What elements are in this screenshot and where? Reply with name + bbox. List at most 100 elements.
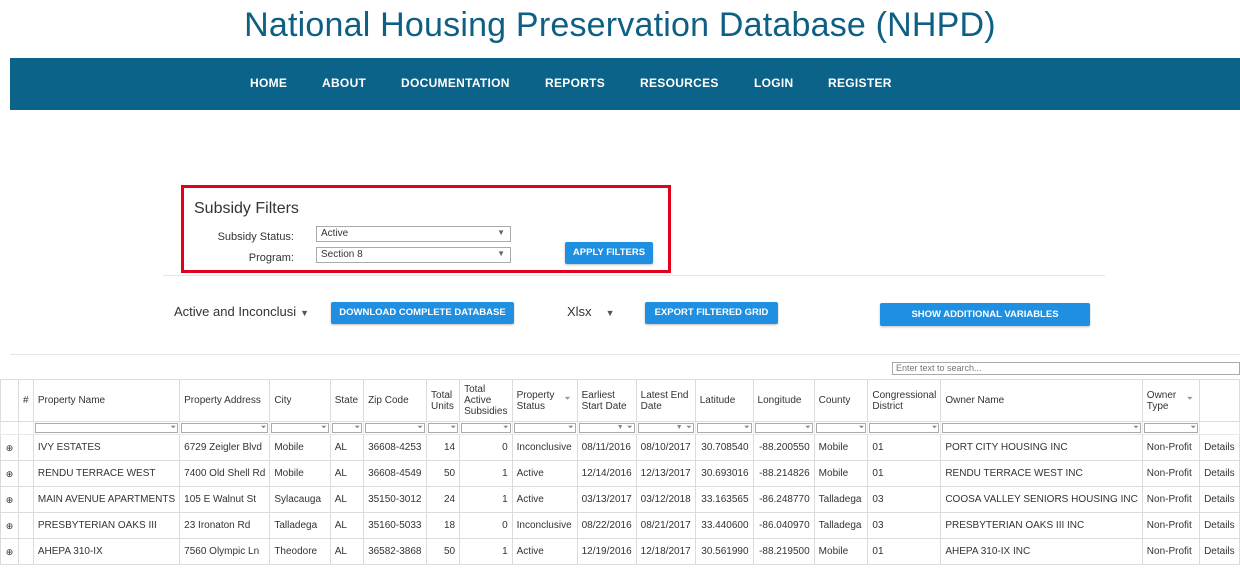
filter-icon[interactable]: ⏷ xyxy=(805,423,811,433)
nav-home[interactable]: HOME xyxy=(250,76,287,90)
cell-start: 12/19/2016 xyxy=(576,538,637,565)
column-filter-input[interactable]: ⏷ xyxy=(513,423,576,433)
filter-cell: ⏷ xyxy=(363,421,428,435)
table-row[interactable]: ⊕ AHEPA 310-IX 7560 Olympic Ln Theodore AL 36… xyxy=(0,538,1240,565)
filter-icon[interactable]: ⏷ xyxy=(417,423,423,433)
expand-row-icon[interactable]: ⊕ xyxy=(0,486,19,513)
filter-cell: ⏷ xyxy=(694,421,754,435)
column-header[interactable]: Longitude xyxy=(752,379,815,422)
expand-row-icon[interactable]: ⊕ xyxy=(0,460,19,487)
details-link[interactable]: Details xyxy=(1199,486,1240,513)
filter-icon[interactable]: ⏷ xyxy=(1187,393,1193,404)
nav-login[interactable]: LOGIN xyxy=(754,76,794,90)
subsidy-status-select[interactable]: Active ▼ xyxy=(316,226,511,242)
nav-reports[interactable]: REPORTS xyxy=(545,76,605,90)
column-header[interactable]: Owner Name xyxy=(940,379,1143,422)
filter-icon[interactable]: ⏷ xyxy=(568,423,574,433)
nav-register[interactable]: REGISTER xyxy=(828,76,892,90)
cell-lat: 30.693016 xyxy=(694,460,754,487)
filter-icon[interactable]: ⏷ xyxy=(450,423,456,433)
expand-row-icon[interactable]: ⊕ xyxy=(0,434,19,461)
details-link[interactable]: Details xyxy=(1199,512,1240,539)
program-select[interactable]: Section 8 ▼ xyxy=(316,247,511,263)
filter-icon[interactable]: ⏷ xyxy=(261,423,267,433)
column-filter-input[interactable]: ⏷ xyxy=(365,423,426,433)
column-filter-input[interactable]: ⏷ xyxy=(331,423,363,433)
table-row[interactable]: ⊕ MAIN AVENUE APARTMENTS 105 E Walnut St Sy… xyxy=(0,486,1240,513)
column-header[interactable]: Zip Code xyxy=(363,379,428,422)
column-header[interactable]: Property Address xyxy=(179,379,271,422)
filter-icon[interactable]: ⏷ xyxy=(564,393,570,404)
table-row[interactable]: ⊕ IVY ESTATES 6729 Zeigler Blvd Mobile AL 366… xyxy=(0,434,1240,461)
column-filter-input[interactable]: ⏷ xyxy=(942,423,1141,433)
filter-icon[interactable]: ⏷ xyxy=(171,423,177,433)
filter-icon[interactable]: ⏷ xyxy=(744,423,750,433)
column-header xyxy=(1199,379,1240,422)
cell-city: Talladega xyxy=(269,512,331,539)
filter-cell: ⏷ xyxy=(1141,421,1201,435)
apply-filters-button[interactable]: APPLY FILTERS xyxy=(565,242,653,264)
column-filter-input[interactable]: ⏷ xyxy=(34,423,179,433)
show-additional-variables-button[interactable]: SHOW ADDITIONAL VARIABLES xyxy=(880,303,1090,326)
cell-state: AL xyxy=(329,434,365,461)
column-header[interactable]: # xyxy=(17,379,34,422)
filter-icon[interactable]: ⏷ xyxy=(1133,423,1139,433)
column-filter-select[interactable]: ▼ ⏷ xyxy=(578,423,635,433)
details-link[interactable]: Details xyxy=(1199,460,1240,487)
nav-about[interactable]: ABOUT xyxy=(322,76,366,90)
column-header[interactable]: City xyxy=(269,379,331,422)
column-header[interactable]: Total Units xyxy=(426,379,461,422)
filter-icon[interactable]: ⏷ xyxy=(1190,423,1196,433)
column-header[interactable]: Property Status ⏷ xyxy=(511,379,578,422)
column-filter-select[interactable]: ▼ ⏷ xyxy=(637,423,694,433)
table-row[interactable]: ⊕ PRESBYTERIAN OAKS III 23 Ironaton Rd Tall… xyxy=(0,512,1240,539)
column-header[interactable]: State xyxy=(329,379,365,422)
column-header[interactable]: Latitude xyxy=(694,379,754,422)
cell-owner: PRESBYTERIAN OAKS III INC xyxy=(940,512,1143,539)
column-header[interactable]: Owner Type ⏷ xyxy=(1141,379,1201,422)
column-filter-input[interactable]: ⏷ xyxy=(869,423,940,433)
export-format-select[interactable]: Xlsx ▼ xyxy=(567,304,614,319)
column-header[interactable]: Earliest Start Date xyxy=(576,379,637,422)
column-filter-input[interactable]: ⏷ xyxy=(271,423,329,433)
nav-documentation[interactable]: DOCUMENTATION xyxy=(401,76,510,90)
filter-icon[interactable]: ⏷ xyxy=(627,423,633,433)
cell-zip: 36608-4549 xyxy=(363,460,428,487)
filter-icon[interactable]: ⏷ xyxy=(321,423,327,433)
nav-resources[interactable]: RESOURCES xyxy=(640,76,719,90)
download-database-button[interactable]: DOWNLOAD COMPLETE DATABASE xyxy=(331,302,514,324)
expand-row-icon[interactable]: ⊕ xyxy=(0,512,19,539)
column-header[interactable]: Latest End Date xyxy=(635,379,696,422)
column-filter-input[interactable]: ⏷ xyxy=(461,423,511,433)
dataset-select[interactable]: Active and Inconclusi ▼ xyxy=(174,304,309,319)
column-filter-input[interactable]: ⏷ xyxy=(181,423,269,433)
column-header[interactable]: County xyxy=(813,379,869,422)
expand-row-icon[interactable]: ⊕ xyxy=(0,538,19,565)
details-link[interactable]: Details xyxy=(1199,538,1240,565)
details-link[interactable]: Details xyxy=(1199,434,1240,461)
filter-icon[interactable]: ⏷ xyxy=(503,423,509,433)
column-filter-input[interactable]: ⏷ xyxy=(428,423,459,433)
column-filter-input[interactable]: ⏷ xyxy=(696,423,752,433)
filter-icon[interactable]: ⏷ xyxy=(932,423,938,433)
column-filter-input[interactable]: ⏷ xyxy=(815,423,867,433)
filter-icon[interactable]: ⏷ xyxy=(859,423,865,433)
cell-status: Active xyxy=(511,486,578,513)
cell-zip: 35160-5033 xyxy=(363,512,428,539)
column-filter-input[interactable]: ⏷ xyxy=(754,423,813,433)
filter-icon[interactable]: ⏷ xyxy=(686,423,692,433)
column-header[interactable]: Total Active Subsidies xyxy=(459,379,513,422)
cell-address: 7560 Olympic Ln xyxy=(179,538,271,565)
table-row[interactable]: ⊕ RENDU TERRACE WEST 7400 Old Shell Rd Mobi… xyxy=(0,460,1240,487)
filter-icon[interactable]: ⏷ xyxy=(354,423,360,433)
grid-search-input[interactable]: Enter text to search... xyxy=(892,362,1240,375)
cell-district: 03 xyxy=(867,486,942,513)
cell-start: 08/11/2016 xyxy=(576,434,637,461)
export-filtered-grid-button[interactable]: EXPORT FILTERED GRID xyxy=(645,302,778,324)
column-filter-input[interactable]: ⏷ xyxy=(1143,423,1199,433)
cell-owner: COOSA VALLEY SENIORS HOUSING INC xyxy=(940,486,1143,513)
cell-owner: PORT CITY HOUSING INC xyxy=(940,434,1143,461)
column-header[interactable]: Property Name xyxy=(32,379,181,422)
column-header[interactable]: Congressional District xyxy=(867,379,942,422)
cell-district: 03 xyxy=(867,512,942,539)
